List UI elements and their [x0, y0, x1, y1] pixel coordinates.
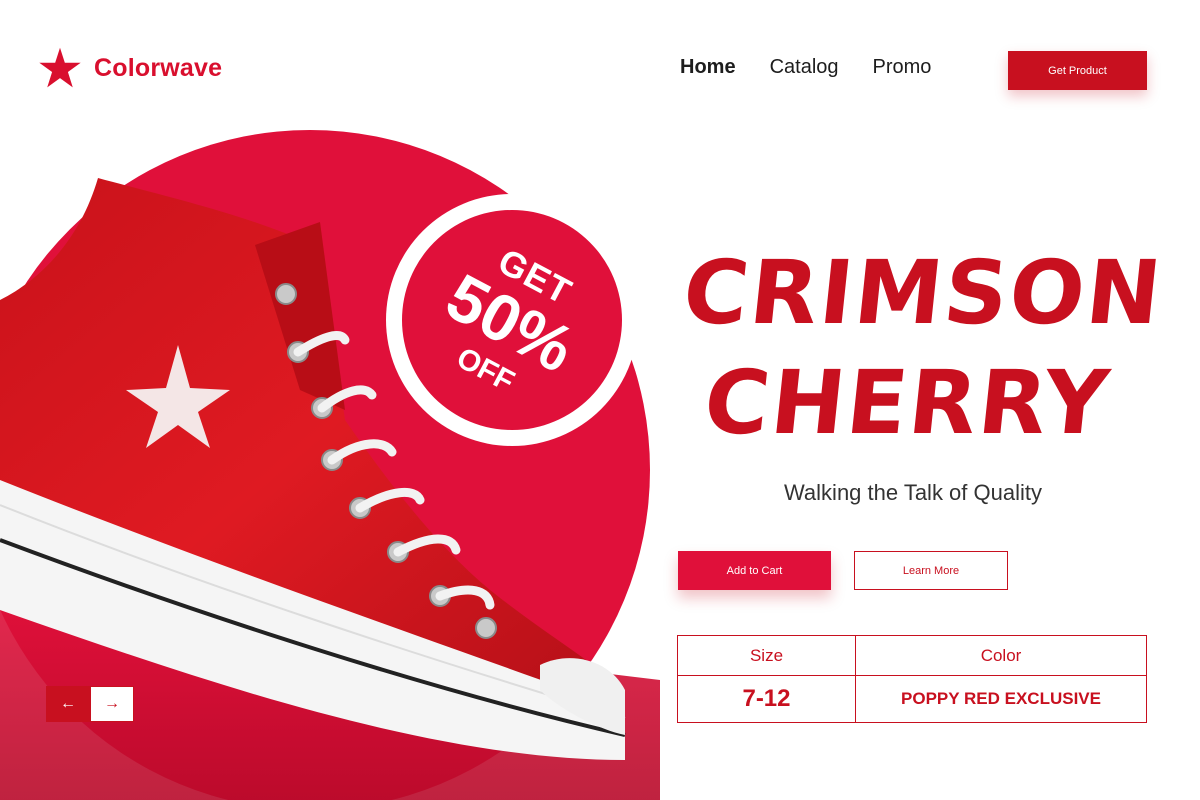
nav-promo[interactable]: Promo	[873, 56, 932, 79]
spec-header-color: Color	[856, 636, 1146, 676]
hero-title: CRIMSON CHERRY	[666, 238, 1168, 458]
get-product-button[interactable]: Get Product	[1008, 51, 1147, 90]
discount-badge: GET 50% OFF	[363, 171, 661, 469]
product-spec-table: Size Color 7-12 POPPY RED EXCLUSIVE	[677, 635, 1147, 723]
arrow-right-icon[interactable]: →	[90, 686, 134, 722]
arrow-left-icon[interactable]: ←	[46, 686, 90, 722]
nav-catalog[interactable]: Catalog	[770, 56, 839, 79]
spec-value-color: POPPY RED EXCLUSIVE	[901, 689, 1101, 708]
nav-home[interactable]: Home	[680, 56, 736, 79]
learn-more-button[interactable]: Learn More	[854, 551, 1008, 590]
carousel-controls: ← →	[46, 686, 134, 722]
hero-title-line2: CHERRY	[699, 351, 1116, 454]
hero-title-line1: CRIMSON	[678, 241, 1168, 344]
main-menu: Home Catalog Promo	[680, 56, 931, 79]
spec-header-size: Size	[678, 636, 856, 676]
add-to-cart-button[interactable]: Add to Cart	[678, 551, 831, 590]
spec-value-size: 7-12	[678, 676, 856, 722]
hero-subtitle: Walking the Talk of Quality	[783, 480, 1042, 505]
